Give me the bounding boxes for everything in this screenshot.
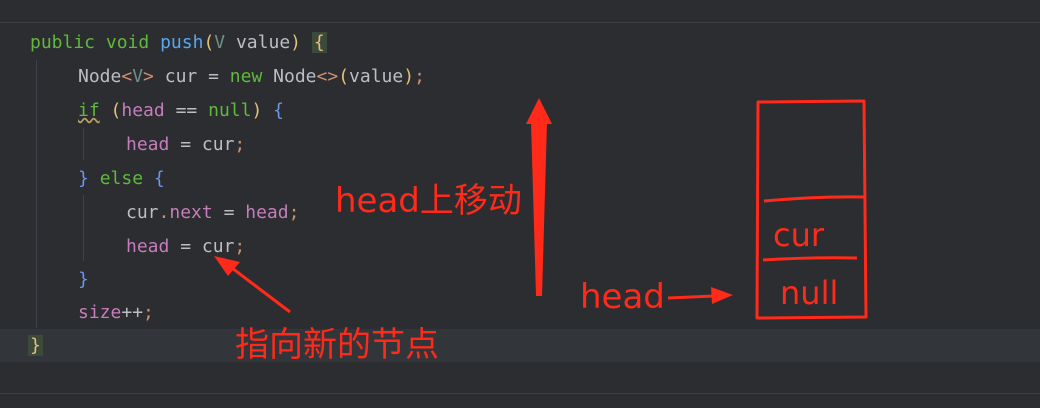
stack-cell-null: null [780,274,839,312]
arrow-head-moves-up [526,98,552,296]
annotation-head-moves-up: head上移动 [335,181,522,221]
annotation-points-to-new-node: 指向新的节点 [235,325,439,365]
arrow-to-assignment [214,256,291,314]
annotation-head-label: head [580,277,665,317]
stack-cell-cur: cur [773,216,825,254]
arrow-head-to-stack [667,287,733,304]
